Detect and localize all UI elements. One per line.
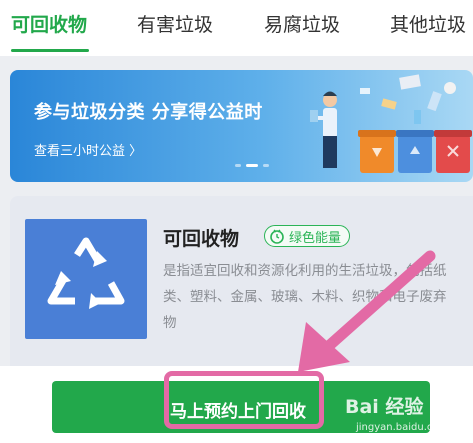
banner-dot — [235, 164, 241, 167]
badge-label: 绿色能量 — [289, 230, 342, 246]
baidu-watermark: Bai 经验 — [345, 396, 424, 418]
banner-dot — [263, 164, 269, 167]
banner-pagination — [235, 164, 269, 167]
tab-recyclable[interactable]: 可回收物 — [11, 10, 87, 37]
category-title: 可回收物 — [163, 228, 240, 250]
category-description: 是指适宜回收和资源化利用的生活垃圾，包括纸类、塑料、金属、玻璃、木料、织物和电子… — [163, 263, 447, 331]
green-energy-badge: 绿色能量 — [264, 225, 351, 247]
banner-link[interactable]: 查看三小时公益 〉 — [34, 140, 142, 159]
annotation-highlight-box — [164, 371, 324, 429]
category-info-card: 可回收物 绿色能量 是指适宜回收和资源化利用的生活垃圾，包括纸类、塑料、金属、玻… — [10, 196, 473, 366]
category-tab-bar: 可回收物 有害垃圾 易腐垃圾 其他垃圾 — [0, 0, 473, 56]
trash-bins-illustration — [310, 74, 472, 173]
banner-title: 参与垃圾分类 分享得公益时 — [34, 102, 263, 123]
recycle-icon — [25, 219, 147, 339]
baidu-watermark-url: jingyan.baidu.com — [356, 422, 449, 433]
promo-banner[interactable]: 参与垃圾分类 分享得公益时 查看三小时公益 〉 — [10, 70, 473, 182]
tab-hazardous[interactable]: 有害垃圾 — [137, 10, 213, 37]
tab-other-waste[interactable]: 其他垃圾 — [390, 10, 466, 37]
tab-food-waste[interactable]: 易腐垃圾 — [264, 10, 340, 37]
banner-dot-active — [246, 164, 258, 167]
active-tab-indicator — [11, 49, 89, 52]
leaf-clock-icon — [270, 229, 284, 244]
